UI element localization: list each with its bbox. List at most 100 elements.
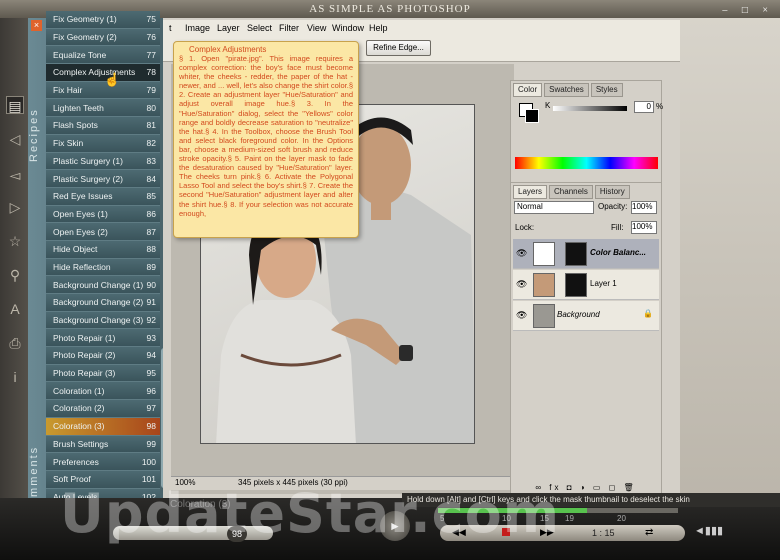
recipe-label: Fix Geometry (2) bbox=[53, 32, 117, 43]
recipe-item[interactable]: Plastic Surgery (1) 83 bbox=[46, 152, 160, 171]
note-text: § 1. Open "pirate.jpg". This image requi… bbox=[179, 54, 353, 218]
volume-icon[interactable]: ◄▮▮▮ bbox=[694, 524, 723, 537]
recipe-item[interactable]: Coloration (3) 98 bbox=[46, 417, 160, 436]
hand-cursor-icon: ☝ bbox=[104, 72, 121, 87]
layer-row-color-balance[interactable]: 👁 Color Balanc... bbox=[513, 239, 659, 269]
recipe-item[interactable]: Background Change (1) 90 bbox=[46, 276, 160, 294]
menu-filter[interactable]: Filter bbox=[279, 23, 299, 33]
recipe-label: Photo Repair (3) bbox=[53, 368, 116, 379]
recipe-item[interactable]: Background Change (3) 92 bbox=[46, 311, 160, 330]
menu-help[interactable]: Help bbox=[369, 23, 388, 33]
eye-icon[interactable]: 👁 bbox=[516, 310, 527, 321]
recipe-item[interactable]: Fix Geometry (2) 76 bbox=[46, 28, 160, 47]
recipe-label: Photo Repair (1) bbox=[53, 332, 116, 343]
recipe-label: Open Eyes (1) bbox=[53, 208, 108, 219]
arrow-left-icon[interactable]: ◁ bbox=[6, 130, 24, 148]
recipe-item[interactable]: Preferences 100 bbox=[46, 453, 160, 471]
recipe-label: Hide Reflection bbox=[53, 261, 111, 272]
fill-label: Fill: bbox=[611, 223, 624, 232]
recipe-number: 80 bbox=[146, 102, 156, 113]
window-controls[interactable]: – □ × bbox=[722, 2, 774, 20]
recipes-tab[interactable]: Recipes bbox=[28, 95, 44, 175]
tab-swatches[interactable]: Swatches bbox=[544, 83, 589, 97]
background-swatch[interactable] bbox=[525, 109, 539, 123]
recipe-item[interactable]: Complex Adjustments 78 bbox=[46, 64, 160, 82]
recipe-item[interactable]: Red Eye Issues 85 bbox=[46, 187, 160, 206]
menu-layer[interactable]: Layer bbox=[217, 23, 240, 33]
menu-image[interactable]: Image bbox=[185, 23, 210, 33]
layer-thumbnail[interactable] bbox=[533, 273, 555, 297]
recipe-number: 98 bbox=[146, 421, 156, 432]
adjustment-thumbnail[interactable] bbox=[533, 242, 555, 266]
recipe-number: 75 bbox=[146, 14, 156, 25]
menu-view[interactable]: View bbox=[307, 23, 326, 33]
mask-thumbnail[interactable] bbox=[565, 273, 587, 297]
eye-icon[interactable]: 👁 bbox=[516, 279, 527, 290]
layers-panel: Layers Channels History Normal Opacity: … bbox=[510, 182, 662, 498]
recipe-item[interactable]: Fix Hair 79 bbox=[46, 81, 160, 100]
tick-label: 20 bbox=[617, 514, 626, 523]
recipe-number: 77 bbox=[146, 49, 156, 60]
recipe-item[interactable]: Lighten Teeth 80 bbox=[46, 99, 160, 118]
recipe-item[interactable]: Brush Settings 99 bbox=[46, 435, 160, 454]
tab-layers[interactable]: Layers bbox=[513, 185, 548, 199]
fill-input[interactable]: 100% bbox=[631, 221, 657, 234]
recipe-item[interactable]: Fix Skin 82 bbox=[46, 134, 160, 153]
recipe-item[interactable]: Equalize Tone 77 bbox=[46, 46, 160, 65]
tick-label: 19 bbox=[565, 514, 574, 523]
blend-mode-select[interactable]: Normal bbox=[514, 201, 594, 214]
search-icon[interactable]: ⚲ bbox=[6, 266, 24, 284]
recipe-number: 76 bbox=[146, 32, 156, 43]
recipe-number: 89 bbox=[146, 261, 156, 272]
tab-history[interactable]: History bbox=[594, 185, 630, 199]
recipe-label: Background Change (3) bbox=[53, 315, 144, 326]
opacity-input[interactable]: 100% bbox=[631, 201, 657, 214]
text-size-icon[interactable]: A bbox=[6, 300, 24, 318]
book-icon[interactable]: ▤ bbox=[6, 96, 24, 114]
close-icon[interactable]: × bbox=[31, 20, 42, 31]
menu-window[interactable]: Window bbox=[332, 23, 364, 33]
recipe-item[interactable]: Open Eyes (2) 87 bbox=[46, 223, 160, 241]
note-heading: Complex Adjustments bbox=[189, 45, 267, 54]
tab-channels[interactable]: Channels bbox=[549, 185, 593, 199]
refine-edge-button[interactable]: Refine Edge... bbox=[366, 40, 431, 56]
loop-icon[interactable]: ⇄ bbox=[645, 527, 653, 538]
tab-color[interactable]: Color bbox=[513, 83, 543, 97]
eye-icon[interactable]: 👁 bbox=[516, 248, 527, 259]
star-icon[interactable]: ☆ bbox=[6, 232, 24, 250]
layer-name: Background bbox=[557, 310, 600, 319]
recipe-item[interactable]: Background Change (2) 91 bbox=[46, 294, 160, 312]
color-panel: Color Swatches Styles K 0 % bbox=[510, 80, 663, 190]
info-icon[interactable]: i bbox=[6, 368, 24, 386]
arrow-right-icon[interactable]: ▷ bbox=[6, 198, 24, 216]
recipe-label: Coloration (1) bbox=[53, 385, 105, 396]
print-icon[interactable]: ⎙ bbox=[6, 334, 24, 352]
recipe-label: Background Change (1) bbox=[53, 279, 144, 290]
recipe-item[interactable]: Photo Repair (2) 94 bbox=[46, 347, 160, 365]
menu-item[interactable]: t bbox=[169, 23, 172, 33]
recipe-item[interactable]: Coloration (1) 96 bbox=[46, 382, 160, 401]
layer-thumbnail[interactable] bbox=[533, 304, 555, 328]
recipe-item[interactable]: Hide Object 88 bbox=[46, 240, 160, 259]
recipe-item[interactable]: Hide Reflection 89 bbox=[46, 258, 160, 277]
recipe-item[interactable]: Photo Repair (1) 93 bbox=[46, 329, 160, 348]
layer-row-background[interactable]: 👁 Background 🔒 bbox=[513, 301, 659, 331]
mask-thumbnail[interactable] bbox=[565, 242, 587, 266]
app-title: AS SIMPLE AS PHOTOSHOP bbox=[309, 3, 471, 15]
recipe-item[interactable]: Plastic Surgery (2) 84 bbox=[46, 170, 160, 188]
recipe-label: Red Eye Issues bbox=[53, 191, 113, 202]
k-slider[interactable] bbox=[553, 106, 627, 111]
recipe-label: Plastic Surgery (2) bbox=[53, 173, 123, 184]
recipe-item[interactable]: Coloration (2) 97 bbox=[46, 400, 160, 418]
recipe-item[interactable]: Photo Repair (3) 95 bbox=[46, 364, 160, 383]
color-spectrum[interactable] bbox=[515, 157, 658, 169]
k-value-input[interactable]: 0 bbox=[634, 101, 654, 113]
arrow-left-double-icon[interactable]: ◅ bbox=[6, 166, 24, 184]
tab-styles[interactable]: Styles bbox=[590, 83, 623, 97]
recipe-item[interactable]: Open Eyes (1) 86 bbox=[46, 205, 160, 224]
menu-select[interactable]: Select bbox=[247, 23, 272, 33]
recipe-item[interactable]: Flash Spots 81 bbox=[46, 117, 160, 135]
recipe-item[interactable]: Fix Geometry (1) 75 bbox=[46, 11, 160, 29]
layer-row-layer1[interactable]: 👁 Layer 1 bbox=[513, 270, 659, 300]
recipe-label: Photo Repair (2) bbox=[53, 350, 116, 361]
